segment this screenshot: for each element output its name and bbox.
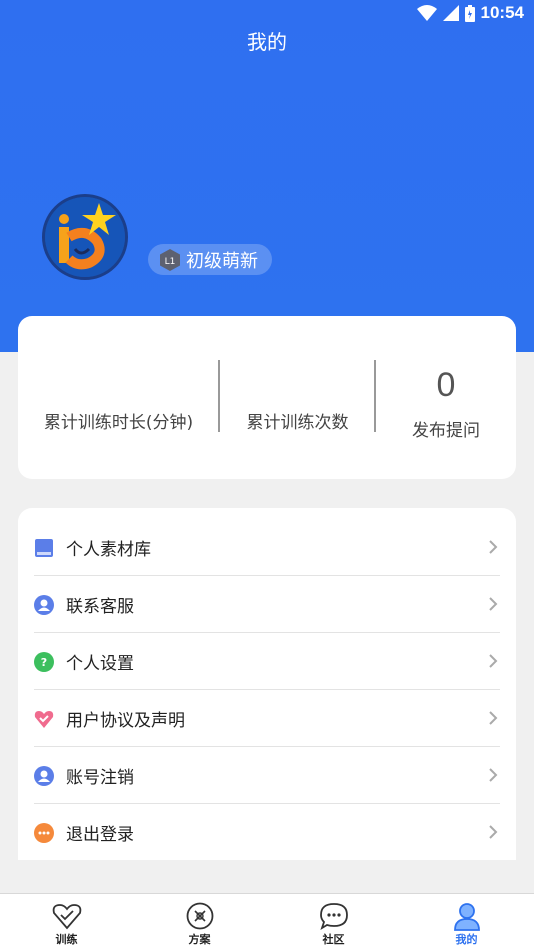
bottom-tab-bar: 训练 方案 社区 我的	[0, 893, 534, 950]
app-logo-icon	[45, 197, 125, 277]
chevron-right-icon	[489, 711, 498, 725]
stat-label: 发布提问	[412, 421, 480, 441]
tab-mine[interactable]: 我的	[400, 894, 533, 950]
person-icon	[34, 594, 54, 615]
menu-item-user-agreement[interactable]: 用户协议及声明	[34, 690, 516, 747]
stat-training-duration[interactable]: 累计训练时长(分钟)	[18, 316, 219, 479]
tab-label: 训练	[55, 933, 78, 946]
stat-questions[interactable]: 0 发布提问	[376, 316, 516, 479]
battery-icon	[464, 4, 475, 22]
menu-item-label: 账号注销	[66, 768, 134, 788]
tab-label: 社区	[322, 933, 345, 946]
wifi-icon	[416, 5, 437, 21]
tab-community[interactable]: 社区	[267, 894, 400, 950]
menu-item-delete-account[interactable]: 账号注销	[34, 747, 516, 804]
chevron-right-icon	[489, 768, 498, 782]
profile-icon	[454, 903, 480, 931]
chevron-right-icon	[489, 654, 498, 668]
stat-training-count[interactable]: 累计训练次数	[220, 316, 375, 479]
page-title: 我的	[247, 30, 287, 54]
tab-plan[interactable]: 方案	[133, 894, 266, 950]
chat-icon	[320, 903, 348, 931]
chat-dots-icon	[34, 822, 54, 843]
status-bar: 10:54	[0, 0, 534, 28]
heart-check-icon	[52, 904, 82, 930]
menu-item-label: 联系客服	[66, 597, 134, 617]
menu-item-label: 个人素材库	[66, 540, 151, 560]
menu-item-label: 个人设置	[66, 654, 134, 674]
question-icon: ?	[34, 651, 54, 672]
tab-label: 我的	[455, 933, 478, 946]
stat-label: 累计训练次数	[246, 413, 349, 433]
menu-item-label: 退出登录	[66, 825, 134, 845]
status-time: 10:54	[480, 3, 524, 22]
chevron-right-icon	[489, 597, 498, 611]
person-icon	[34, 765, 54, 786]
menu-item-personal-settings[interactable]: ? 个人设置	[34, 633, 516, 690]
svg-text:?: ?	[41, 656, 47, 669]
chevron-right-icon	[489, 825, 498, 839]
level-hex-icon: L1	[160, 248, 180, 271]
heart-check-icon	[34, 709, 54, 729]
menu-item-material-library[interactable]: 个人素材库	[34, 519, 516, 576]
menu-card: 个人素材库 联系客服 ? 个人设置 用户协议及声明 账号注销 退出登录	[18, 508, 516, 860]
chevron-right-icon	[489, 540, 498, 554]
plan-icon	[186, 902, 214, 930]
level-code: L1	[165, 257, 176, 267]
menu-item-label: 用户协议及声明	[66, 711, 185, 731]
menu-item-contact-support[interactable]: 联系客服	[34, 576, 516, 633]
menu-item-logout[interactable]: 退出登录	[34, 804, 516, 861]
book-icon	[34, 538, 54, 558]
level-name: 初级萌新	[186, 250, 258, 272]
stat-value: 0	[436, 366, 456, 404]
tab-training[interactable]: 训练	[0, 894, 133, 950]
tab-label: 方案	[188, 933, 211, 946]
signal-icon	[442, 5, 459, 21]
level-badge: L1 初级萌新	[148, 244, 272, 275]
avatar[interactable]	[42, 194, 128, 280]
stats-card: 累计训练时长(分钟) 累计训练次数 0 发布提问	[18, 316, 516, 479]
stat-label: 累计训练时长(分钟)	[43, 413, 194, 433]
